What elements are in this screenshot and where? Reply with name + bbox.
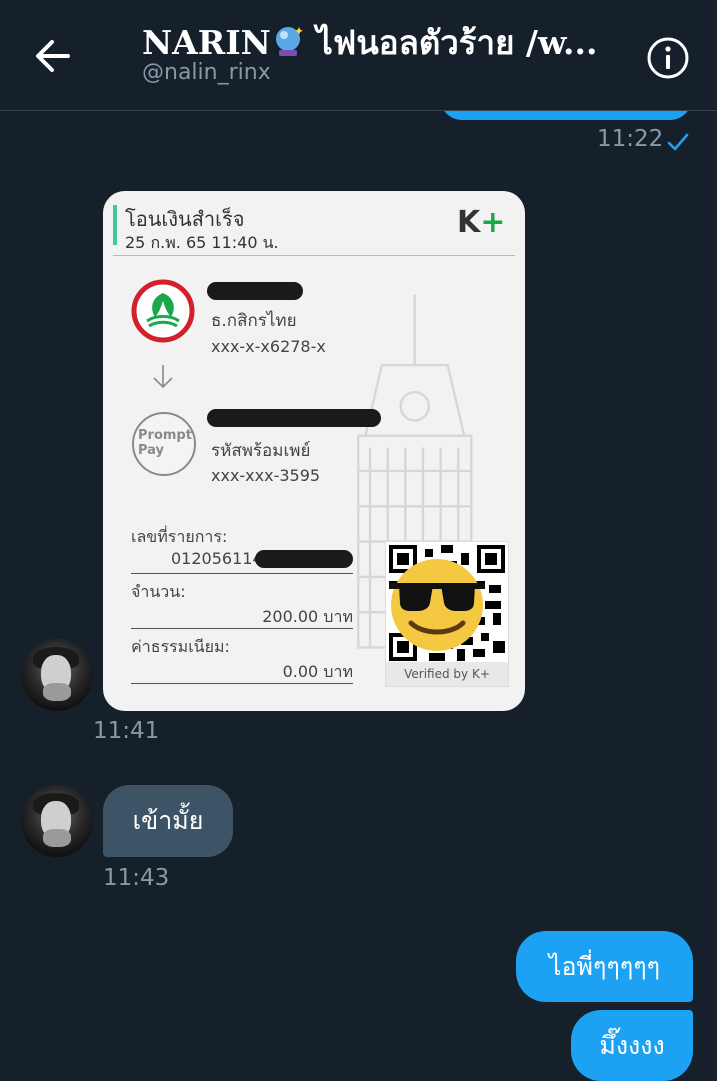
verified-caption: Verified by K+ — [386, 662, 508, 686]
ref-value: 012056114 — [171, 549, 263, 568]
kplus-letter: K — [457, 205, 481, 240]
avatar-hand — [43, 829, 71, 847]
check-icon — [667, 133, 689, 151]
amount-underline — [131, 628, 353, 629]
slip-date: 25 ก.พ. 65 11:40 น. — [125, 233, 279, 252]
sender-bank: ธ.กสิกรไทย — [211, 311, 297, 331]
promptpay-text-2: Pay — [138, 443, 165, 458]
ref-label: เลขที่รายการ: — [131, 527, 228, 546]
promptpay-text-1: Prompt — [138, 428, 192, 443]
user-handle: @nalin_rinx — [142, 60, 271, 85]
chat-header: NARIN ไฟนอลตัวร้าย /w... @nalin_rinx — [0, 0, 717, 111]
avatar[interactable] — [21, 639, 93, 711]
promptpay-logo: Prompt Pay — [131, 411, 197, 477]
avatar[interactable] — [21, 785, 93, 857]
kbank-logo-icon — [131, 279, 195, 343]
message-timestamp: 11:43 — [103, 865, 170, 891]
message-timestamp: 11:41 — [93, 718, 160, 744]
sender-name-redacted — [207, 282, 303, 300]
fee-label: ค่าธรรมเนียม: — [131, 637, 230, 656]
transfer-slip-image[interactable]: โอนเงินสำเร็จ 25 ก.พ. 65 11:40 น. K+ ธ.ก… — [103, 191, 525, 711]
message-timestamp: 11:22 — [597, 126, 664, 152]
kplus-logo: K+ — [457, 205, 505, 240]
crystal-ball-icon — [275, 27, 303, 56]
arrow-left-icon[interactable] — [30, 34, 78, 78]
title-rest: ไฟนอลตัวร้าย /w... — [304, 23, 598, 62]
slip-accent-bar — [113, 205, 117, 245]
sender-account: xxx-x-x6278-x — [211, 337, 326, 356]
fee-underline — [131, 683, 353, 684]
receiver-account: xxx-xxx-3595 — [211, 466, 321, 485]
arrow-down-icon — [153, 365, 173, 389]
amount-label: จำนวน: — [131, 582, 186, 601]
fee-value: 0.00 บาท — [282, 662, 353, 681]
title-name: NARIN — [142, 23, 271, 62]
slip-divider — [113, 255, 515, 256]
receiver-type: รหัสพร้อมเพย์ — [211, 441, 311, 461]
sent-message-bubble[interactable]: ไอพี่ๆๆๆๆๆ — [516, 931, 693, 1002]
kplus-plus: + — [480, 205, 506, 240]
sunglasses-emoji-icon — [389, 559, 485, 651]
amount-value: 200.00 บาท — [262, 607, 353, 626]
info-icon[interactable] — [646, 36, 690, 80]
avatar-hand — [43, 683, 71, 701]
ref-underline — [131, 573, 353, 574]
ref-redacted — [255, 550, 353, 568]
received-message-bubble[interactable]: เข้ามั้ย — [103, 785, 233, 857]
sent-message-bubble[interactable]: มึ๊งงงง — [571, 1010, 693, 1081]
receiver-name-redacted — [207, 409, 381, 427]
